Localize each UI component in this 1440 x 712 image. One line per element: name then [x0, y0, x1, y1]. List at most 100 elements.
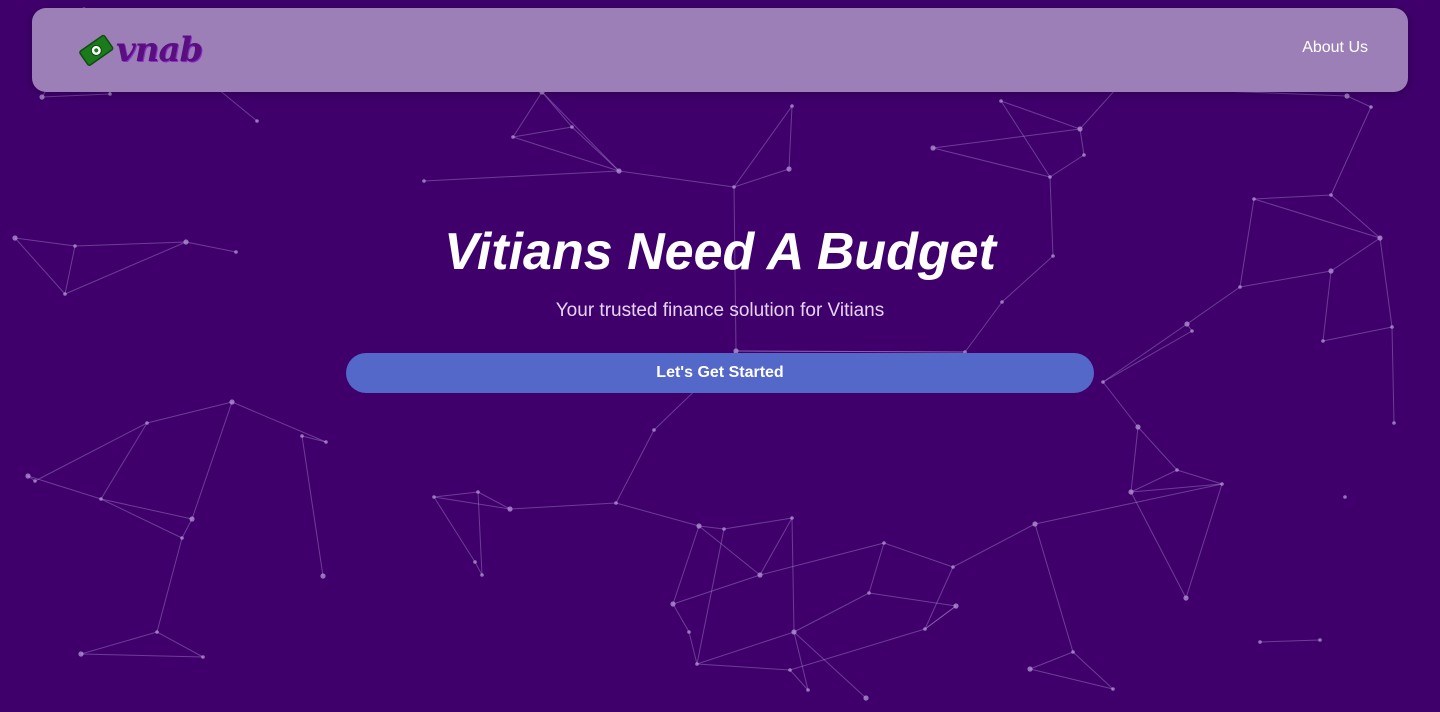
network-node — [1048, 175, 1052, 179]
network-node — [806, 688, 810, 692]
network-node — [999, 99, 1003, 103]
network-line — [733, 105, 793, 188]
network-line — [1000, 100, 1081, 130]
network-line — [672, 574, 761, 605]
network-node — [696, 523, 702, 529]
hero-title: Vitians Need A Budget — [444, 223, 996, 281]
network-line — [181, 518, 193, 539]
network-line — [696, 663, 791, 671]
network-node — [255, 119, 259, 123]
network-node — [422, 179, 426, 183]
logo[interactable]: vnab — [78, 30, 208, 70]
network-line — [1072, 651, 1114, 690]
network-line — [146, 401, 233, 424]
network-node — [1027, 666, 1033, 672]
network-node — [923, 627, 927, 631]
network-line — [423, 170, 620, 182]
network-line — [1029, 651, 1074, 670]
network-line — [791, 517, 795, 633]
network-node — [1184, 321, 1190, 327]
hero-subtitle: Your trusted finance solution for Vitian… — [555, 300, 885, 321]
network-node — [786, 166, 792, 172]
network-line — [1034, 483, 1223, 525]
network-node — [1135, 424, 1141, 430]
network-line — [512, 91, 543, 138]
network-node — [570, 125, 574, 129]
network-node — [300, 434, 304, 438]
network-node — [1128, 489, 1134, 495]
network-line — [509, 502, 617, 510]
network-node — [757, 572, 763, 578]
nav-link-about-us[interactable]: About Us — [1302, 39, 1368, 57]
network-line — [793, 592, 870, 633]
network-line — [1000, 100, 1051, 178]
network-node — [732, 185, 736, 189]
get-started-button[interactable]: Let's Get Started — [346, 353, 1094, 393]
network-line — [672, 603, 690, 633]
network-line — [433, 496, 476, 563]
network-line — [1102, 323, 1188, 383]
network-line — [1330, 106, 1372, 196]
network-line — [100, 498, 193, 520]
network-node — [1258, 640, 1262, 644]
network-line — [27, 475, 102, 500]
network-node — [1238, 285, 1242, 289]
network-node — [473, 560, 477, 564]
network-node — [790, 104, 794, 108]
network-node — [180, 536, 184, 540]
network-line — [688, 631, 698, 665]
network-node — [1252, 197, 1256, 201]
landing-page: vnab About Us Vitians Need A Budget Your… — [0, 0, 1440, 712]
network-node — [951, 565, 955, 569]
network-line — [1049, 154, 1085, 178]
network-line — [932, 147, 1051, 178]
network-node — [1390, 325, 1394, 329]
network-line — [100, 498, 183, 539]
network-line — [41, 93, 111, 98]
network-line — [1102, 381, 1139, 428]
network-line — [759, 517, 793, 576]
network-node — [1032, 521, 1038, 527]
network-line — [1029, 668, 1114, 690]
network-node — [695, 662, 699, 666]
network-node — [1101, 380, 1105, 384]
network-line — [1130, 491, 1187, 599]
network-node — [155, 630, 159, 634]
network-node — [1183, 595, 1189, 601]
network-line — [698, 525, 761, 576]
network-node — [201, 655, 205, 659]
network-line — [474, 561, 483, 576]
network-node — [722, 527, 726, 531]
network-node — [867, 591, 871, 595]
network-line — [34, 422, 148, 482]
network-node — [882, 541, 886, 545]
network-line — [231, 401, 327, 443]
network-node — [1071, 650, 1075, 654]
network-line — [932, 128, 1081, 149]
network-node — [507, 506, 513, 512]
network-line — [1259, 639, 1321, 643]
network-node — [476, 490, 480, 494]
network-node — [108, 92, 112, 96]
network-line — [1079, 128, 1085, 156]
network-node — [63, 292, 67, 296]
network-line — [723, 517, 793, 530]
network-node — [1190, 329, 1194, 333]
network-node — [614, 501, 618, 505]
network-line — [191, 401, 233, 520]
network-line — [1391, 326, 1395, 424]
network-line — [924, 566, 954, 630]
network-node — [1344, 93, 1350, 99]
network-node — [1318, 638, 1322, 642]
network-line — [512, 126, 573, 138]
network-line — [1346, 95, 1372, 108]
network-node — [1329, 193, 1333, 197]
network-node — [616, 168, 622, 174]
network-line — [696, 528, 725, 665]
network-node — [788, 668, 792, 672]
money-icon — [79, 34, 114, 66]
network-node — [1321, 339, 1325, 343]
network-line — [868, 542, 885, 594]
network-line — [615, 502, 700, 527]
network-line — [793, 631, 809, 691]
